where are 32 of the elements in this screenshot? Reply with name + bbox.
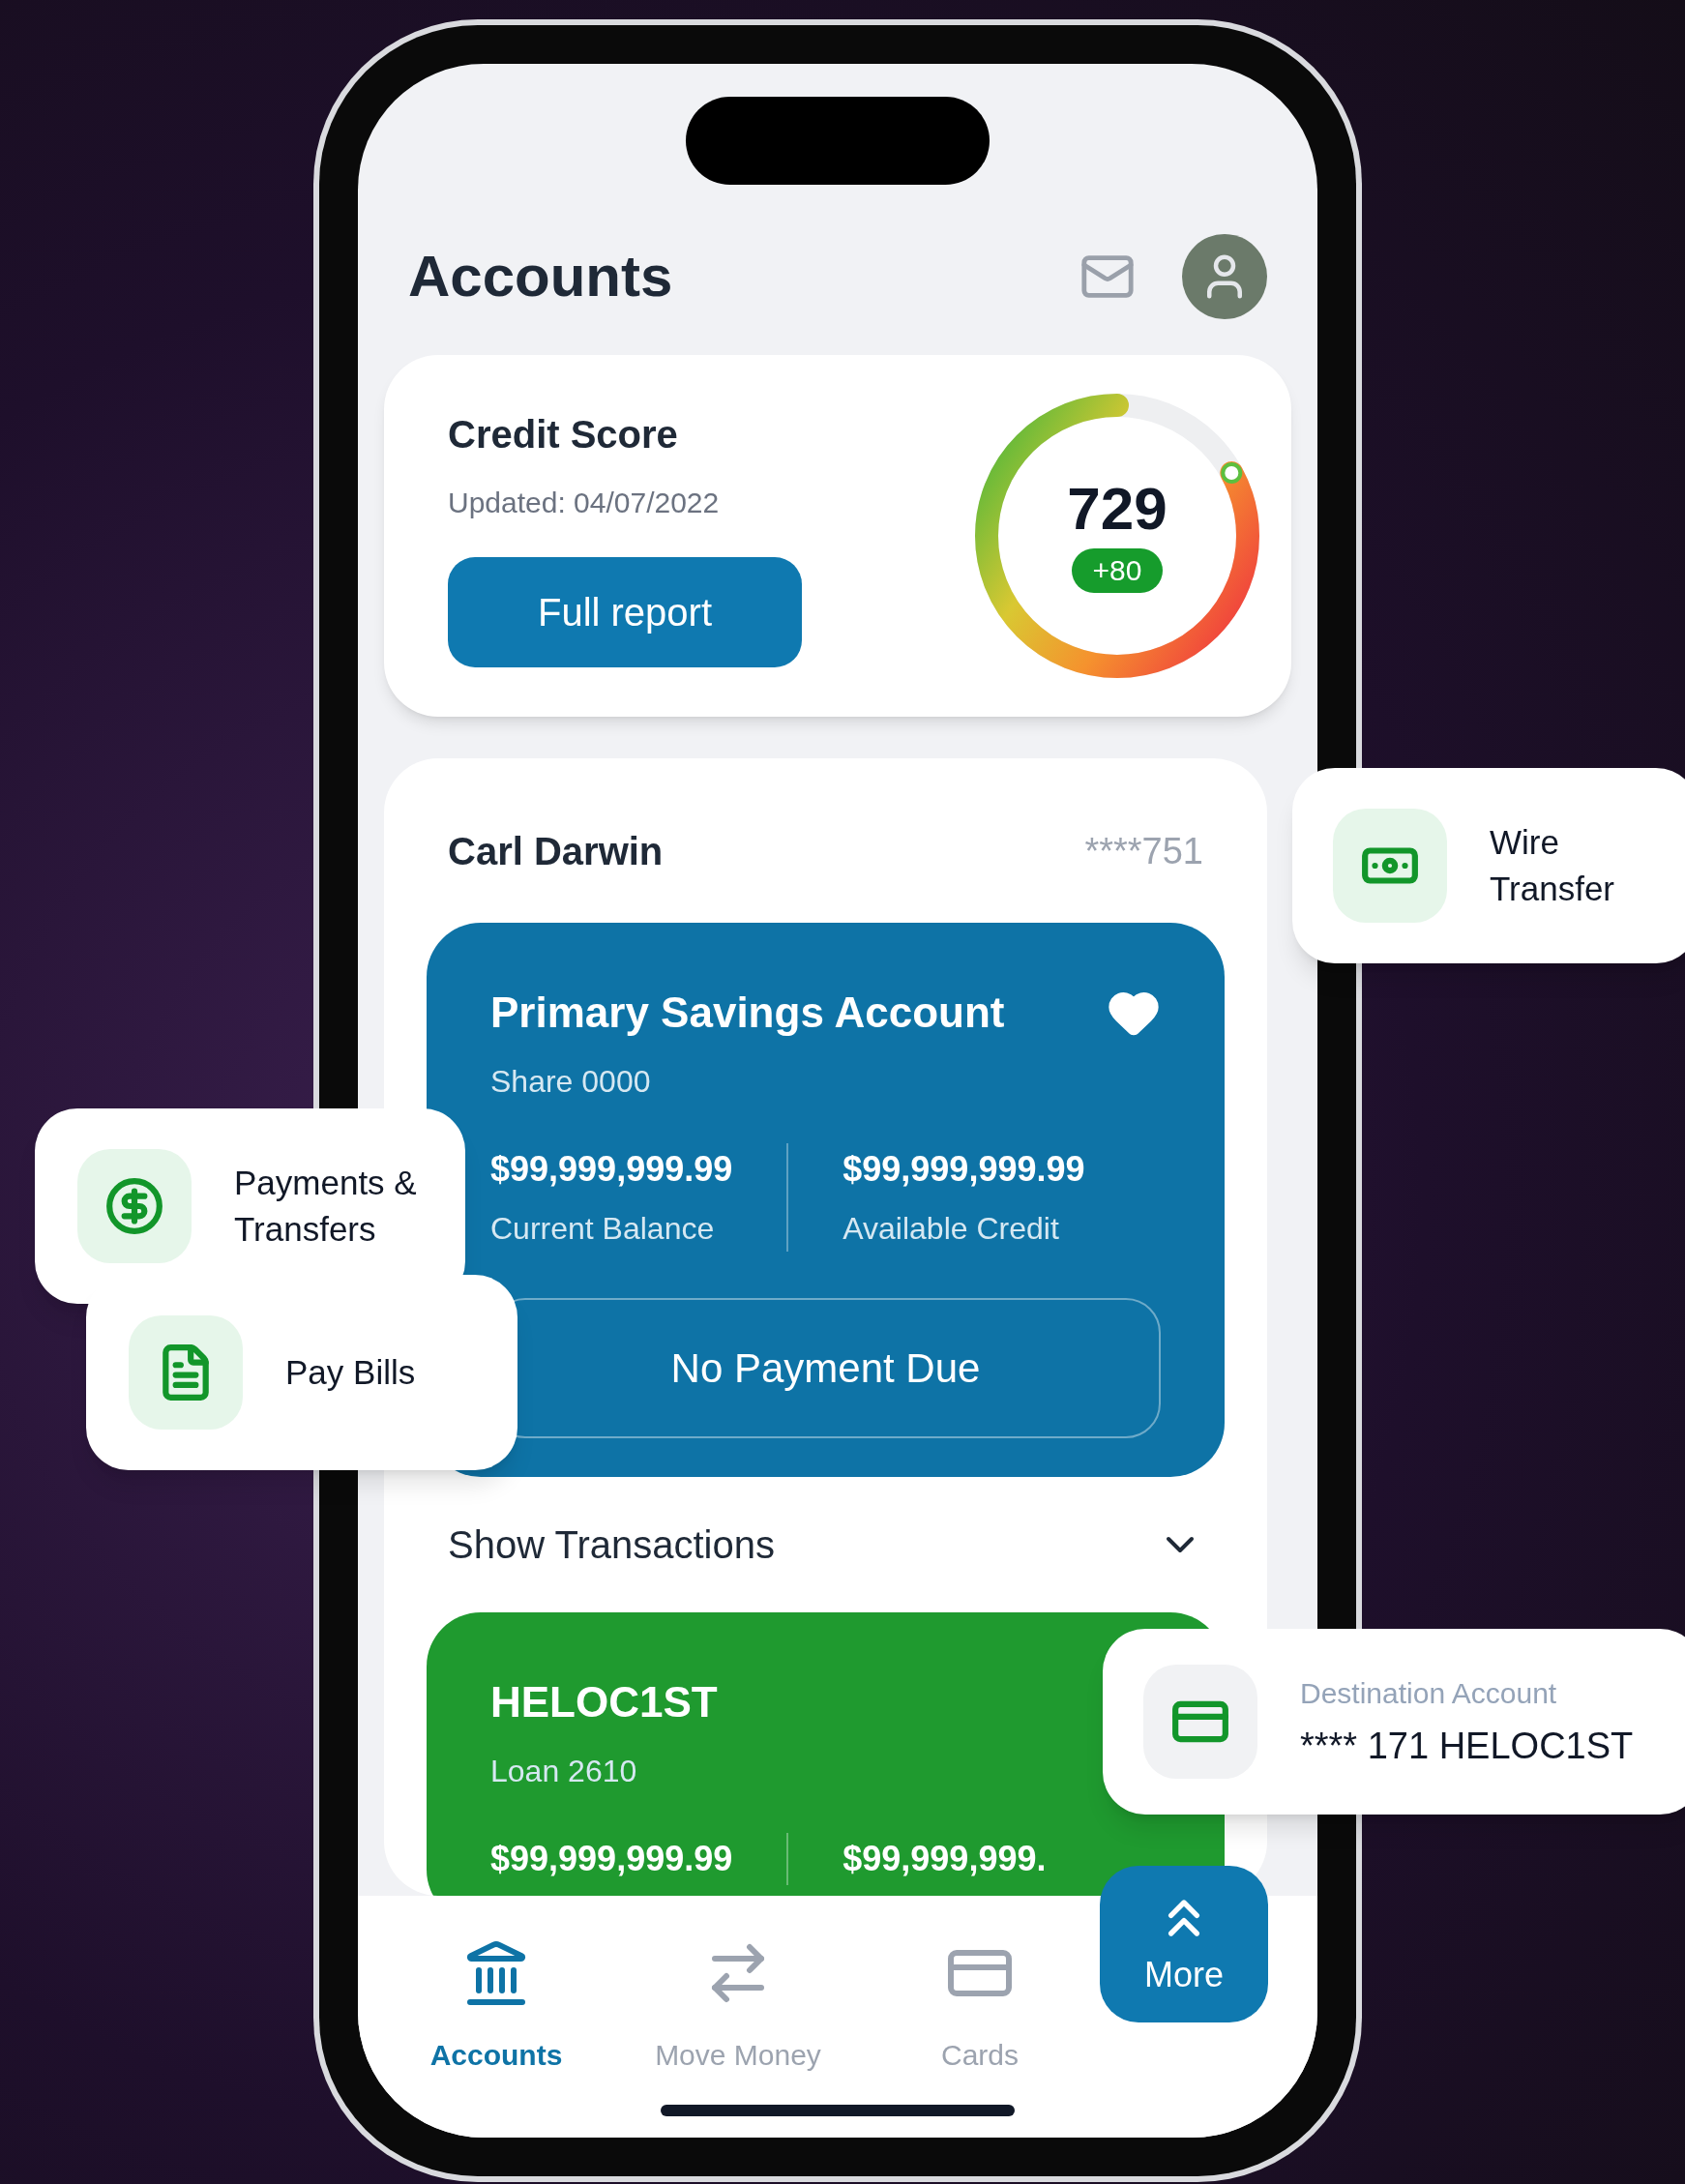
page-title: Accounts [408,243,673,310]
nav-tab[interactable]: Accounts [390,1938,603,2077]
balance-amount: $99,999,999.99 [842,1148,1085,1191]
balance-amount: $99,999,999. [842,1838,1047,1880]
shortcut-tooltip[interactable]: Destination Account **** 171 HELOC1ST [1103,1629,1685,1815]
account-title: Primary Savings Account [490,988,1005,1038]
balance-label: Available Credit [842,1210,1060,1248]
account-subtitle: Share 0000 [490,1063,652,1101]
account-number: ****751 [1084,829,1203,873]
updated-date: Updated: 04/07/2022 [448,485,721,520]
balance-amount: $99,999,999.99 [490,1838,733,1880]
shortcut-label: Wire Transfer [1490,821,1615,909]
dollar-circle-icon [104,1176,164,1236]
balance-amount: $99,999,999.99 [490,1148,733,1191]
credit-score-value: 729 [1067,479,1168,540]
account-holder-name: Carl Darwin [448,829,664,874]
more-button[interactable]: More [1100,1866,1268,2022]
full-report-button[interactable]: Full report [448,556,802,667]
account-card[interactable]: Primary Savings Account Share 0000 $99,999,999.99 Current Balance $99,999,999.99 Available Credit No Payment Due [427,923,1225,1477]
credit-score-title: Credit Score [448,411,679,457]
shortcut-label: **** 171 HELOC1ST [1300,1725,1634,1769]
account-subtitle: Loan 2610 [490,1753,638,1790]
shortcut-label: Payments & Transfers [234,1162,418,1250]
shortcut-caption: Destination Account [1300,1676,1558,1712]
shortcut-tooltip[interactable]: Pay Bills [86,1275,517,1470]
shortcut-label: Pay Bills [285,1351,417,1393]
gauge-knob [1221,461,1243,484]
balance-label: Current Balance [490,1210,716,1248]
show-transactions-toggle[interactable]: Show Transactions [384,1477,1267,1612]
score-change-badge: +80 [1071,548,1164,593]
shortcut-tooltip[interactable]: Wire Transfer [1292,768,1685,963]
account-title: HELOC1ST [490,1677,718,1727]
